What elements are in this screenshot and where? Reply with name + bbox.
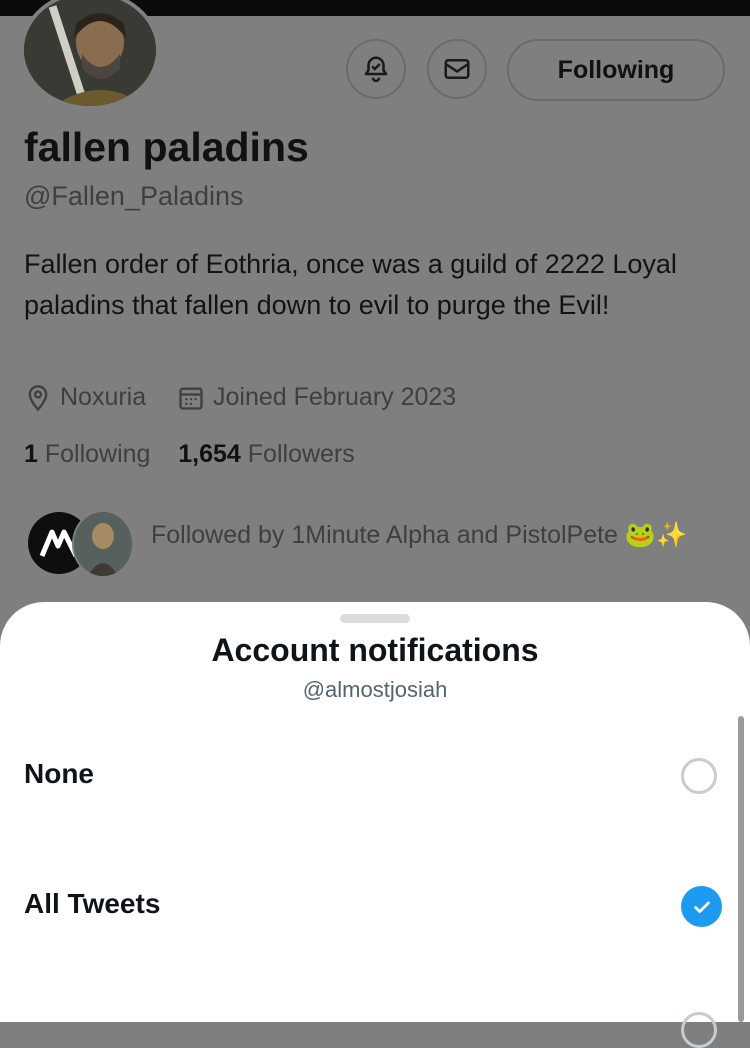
option-all-tweets-label: All Tweets (24, 888, 161, 919)
followers-count: 1,654 (178, 440, 241, 468)
option-none[interactable]: None (0, 726, 750, 826)
followed-by-text[interactable]: Followed by 1Minute Alpha and PistolPete… (151, 521, 687, 550)
profile-avatar[interactable] (20, 0, 160, 110)
location-row: Noxuria (24, 383, 146, 412)
pistolpete-avatar-image (74, 512, 132, 576)
joined-row: Joined February 2023 (177, 383, 456, 412)
following-button[interactable]: Following (507, 39, 725, 101)
checkmark-icon (693, 901, 710, 913)
following-count: 1 (24, 440, 38, 468)
bell-icon (364, 56, 388, 83)
option-none-label: None (24, 758, 94, 789)
radio-next-option[interactable] (681, 1012, 717, 1048)
profile-location: Noxuria (60, 383, 147, 411)
radio-all-tweets[interactable] (681, 886, 722, 927)
calendar-icon (179, 387, 203, 410)
follower-avatar-pistolpete[interactable] (72, 510, 134, 578)
option-all-tweets[interactable]: All Tweets (0, 856, 750, 956)
radio-none[interactable] (681, 758, 717, 794)
location-pin-icon (28, 384, 48, 411)
sheet-grabber[interactable] (340, 614, 410, 623)
profile-handle: @Fallen_Paladins (24, 181, 244, 211)
profile-joined: Joined February 2023 (213, 383, 457, 411)
followers-label: Followers (247, 440, 355, 468)
following-label: Following (44, 440, 151, 468)
notifications-bell-button[interactable] (346, 39, 406, 99)
following-stat[interactable]: 1 Following (24, 440, 150, 468)
sheet-scrollbar[interactable] (738, 716, 744, 1022)
follow-stats: 1 Following 1,654 Followers (24, 440, 355, 469)
avatar-image (24, 0, 156, 106)
profile-bio: Fallen order of Eothria, once was a guil… (24, 249, 677, 320)
profile-name: fallen paladins (24, 124, 309, 170)
account-notifications-sheet: Account notifications @almostjosiah None… (0, 602, 750, 1048)
sheet-title: Account notifications (211, 632, 539, 668)
followers-stat[interactable]: 1,654 Followers (178, 440, 355, 468)
message-button[interactable] (427, 39, 487, 99)
envelope-icon (444, 59, 470, 79)
sheet-subtitle: @almostjosiah (302, 677, 448, 702)
